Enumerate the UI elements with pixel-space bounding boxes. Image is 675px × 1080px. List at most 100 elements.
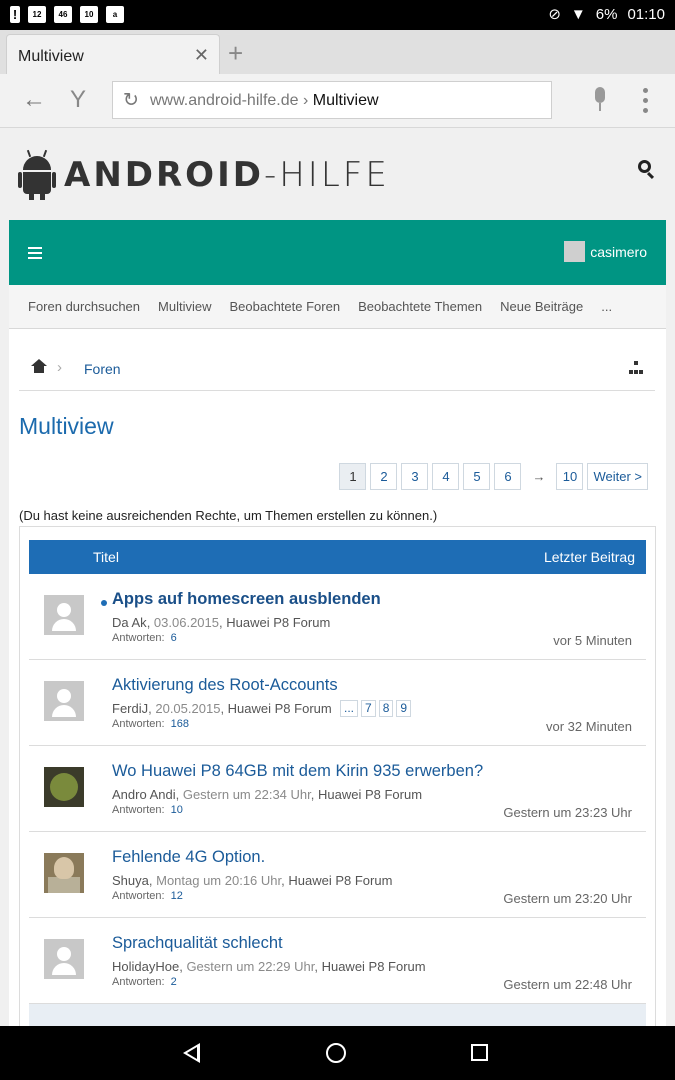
thread-title[interactable]: Aktivierung des Root-Accounts — [112, 676, 338, 695]
thread-title[interactable]: Apps auf homescreen ausblenden — [112, 590, 381, 609]
thread-row[interactable]: Sprachqualität schlecht HolidayHoe, Gest… — [29, 918, 646, 1004]
page-2-button[interactable]: 2 — [370, 463, 398, 490]
thread-page-link[interactable]: 7 — [361, 700, 376, 717]
subnav-watched-forums[interactable]: Beobachtete Foren — [229, 299, 340, 314]
replies-count[interactable]: 168 — [171, 718, 189, 730]
breadcrumb: › Foren — [19, 349, 655, 391]
thread-date: Montag um 20:16 Uhr — [156, 873, 282, 888]
back-arrow-icon[interactable]: ← — [22, 86, 46, 114]
thread-date: 20.05.2015 — [155, 701, 221, 716]
status-bar: ! 12 46 10 a ⊘ ▼ 6% 01:10 — [0, 0, 675, 30]
overflow-menu-icon[interactable] — [643, 88, 649, 114]
replies-label: Antworten: — [112, 718, 165, 730]
logo-text-hilfe: -HILFE — [263, 155, 390, 195]
thread-forum[interactable]: Huawei P8 Forum — [322, 959, 426, 974]
subnav-search-forums[interactable]: Foren durchsuchen — [28, 299, 140, 314]
thread-row[interactable]: Fehlende 4G Option. Shuya, Montag um 20:… — [29, 832, 646, 918]
notification-icon: 10 — [80, 6, 98, 23]
tab-title: Multiview — [18, 48, 84, 65]
android-robot-icon — [18, 149, 56, 200]
search-icon[interactable] — [638, 160, 656, 180]
thread-title[interactable]: Wo Huawei P8 64GB mit dem Kirin 935 erwe… — [112, 762, 483, 781]
subnav-more[interactable]: ... — [601, 299, 612, 314]
column-title[interactable]: Titel — [93, 549, 119, 565]
thread-row[interactable] — [29, 1004, 646, 1026]
close-icon[interactable]: ✕ — [194, 45, 209, 66]
hamburger-menu-icon[interactable] — [28, 247, 42, 259]
last-post-time[interactable]: Gestern um 23:20 Uhr — [503, 891, 632, 906]
avatar[interactable] — [44, 939, 84, 979]
last-post-time[interactable]: vor 32 Minuten — [546, 719, 632, 734]
subnav-watched-threads[interactable]: Beobachtete Themen — [358, 299, 482, 314]
subnav-new-posts[interactable]: Neue Beiträge — [500, 299, 583, 314]
breadcrumb-link-forums[interactable]: Foren — [84, 361, 121, 377]
thread-author[interactable]: Da Ak — [112, 615, 147, 630]
microphone-icon[interactable] — [592, 85, 608, 113]
wifi-icon: ▼ — [570, 5, 586, 23]
replies-label: Antworten: — [112, 890, 165, 902]
next-page-button[interactable]: Weiter > — [587, 463, 648, 490]
thread-date: Gestern um 22:34 Uhr — [182, 787, 311, 802]
thread-page-link[interactable]: 8 — [378, 700, 394, 717]
recent-apps-icon[interactable] — [471, 1044, 488, 1061]
avatar[interactable] — [44, 853, 84, 893]
thread-row[interactable]: Wo Huawei P8 64GB mit dem Kirin 935 erwe… — [29, 746, 646, 832]
page-5-button[interactable]: 5 — [463, 463, 491, 490]
thread-forum[interactable]: Huawei P8 Forum — [318, 787, 422, 802]
thread-author[interactable]: FerdiJ — [112, 701, 148, 716]
subnav-multiview[interactable]: Multiview — [158, 299, 211, 314]
thread-title[interactable]: Sprachqualität schlecht — [112, 934, 283, 953]
avatar[interactable] — [44, 681, 84, 721]
system-navigation-bar — [0, 1026, 675, 1080]
tab-strip: Multiview ✕ + — [0, 30, 675, 74]
main-navbar: casimero — [9, 220, 666, 285]
replies-count[interactable]: 2 — [171, 976, 177, 988]
address-bar[interactable]: ↻ www.android-hilfe.de › Multiview — [112, 81, 552, 119]
thread-page-link[interactable]: 9 — [396, 700, 412, 717]
browser-tab[interactable]: Multiview ✕ — [6, 34, 220, 74]
replies-label: Antworten: — [112, 632, 165, 644]
browser-toolbar: ← Y ↻ www.android-hilfe.de › Multiview — [0, 74, 675, 128]
web-page: ANDROID-HILFE casimero Foren durchsuchen… — [0, 128, 675, 1026]
home-icon[interactable] — [31, 359, 47, 373]
page-6-button[interactable]: 6 — [494, 463, 522, 490]
page-1-button[interactable]: 1 — [339, 463, 367, 490]
page-3-button[interactable]: 3 — [401, 463, 429, 490]
replies-count[interactable]: 6 — [171, 632, 177, 644]
thread-row[interactable]: Apps auf homescreen ausblenden Da Ak, 03… — [29, 574, 646, 660]
page-10-button[interactable]: 10 — [556, 463, 584, 490]
avatar[interactable] — [44, 767, 84, 807]
thread-forum[interactable]: Huawei P8 Forum — [228, 701, 332, 716]
sitemap-icon[interactable] — [629, 361, 643, 375]
page-4-button[interactable]: 4 — [432, 463, 460, 490]
replies-label: Antworten: — [112, 804, 165, 816]
thread-author[interactable]: Shuya — [112, 873, 149, 888]
site-logo[interactable]: ANDROID-HILFE — [18, 149, 390, 200]
last-post-time[interactable]: Gestern um 23:23 Uhr — [503, 805, 632, 820]
thread-page-ellipsis[interactable]: ... — [340, 700, 359, 717]
thread-row[interactable]: Aktivierung des Root-Accounts FerdiJ, 20… — [29, 660, 646, 746]
pagination: 1 2 3 4 5 6 → 10 Weiter > — [339, 463, 648, 490]
home-button-icon[interactable] — [326, 1043, 346, 1063]
thread-title[interactable]: Fehlende 4G Option. — [112, 848, 265, 867]
yandex-icon[interactable]: Y — [70, 86, 86, 114]
replies-count[interactable]: 10 — [171, 804, 183, 816]
reload-icon[interactable]: ↻ — [123, 89, 139, 112]
last-post-time[interactable]: Gestern um 22:48 Uhr — [503, 977, 632, 992]
last-post-time[interactable]: vor 5 Minuten — [553, 633, 632, 648]
notification-icons: ! 12 46 10 a — [10, 6, 124, 23]
replies-label: Antworten: — [112, 976, 165, 988]
replies-count[interactable]: 12 — [171, 890, 183, 902]
thread-forum[interactable]: Huawei P8 Forum — [288, 873, 392, 888]
thread-author[interactable]: Andro Andi — [112, 787, 176, 802]
thread-author[interactable]: HolidayHoe — [112, 959, 179, 974]
clock: 01:10 — [627, 5, 665, 23]
user-menu[interactable]: casimero — [564, 241, 647, 262]
battery-level: 6% — [595, 5, 618, 23]
url-page: Multiview — [312, 92, 379, 109]
avatar[interactable] — [44, 595, 84, 635]
thread-forum[interactable]: Huawei P8 Forum — [226, 615, 330, 630]
breadcrumb-separator: › — [57, 359, 62, 376]
new-tab-icon[interactable]: + — [228, 38, 243, 69]
column-last-post[interactable]: Letzter Beitrag — [544, 549, 635, 565]
